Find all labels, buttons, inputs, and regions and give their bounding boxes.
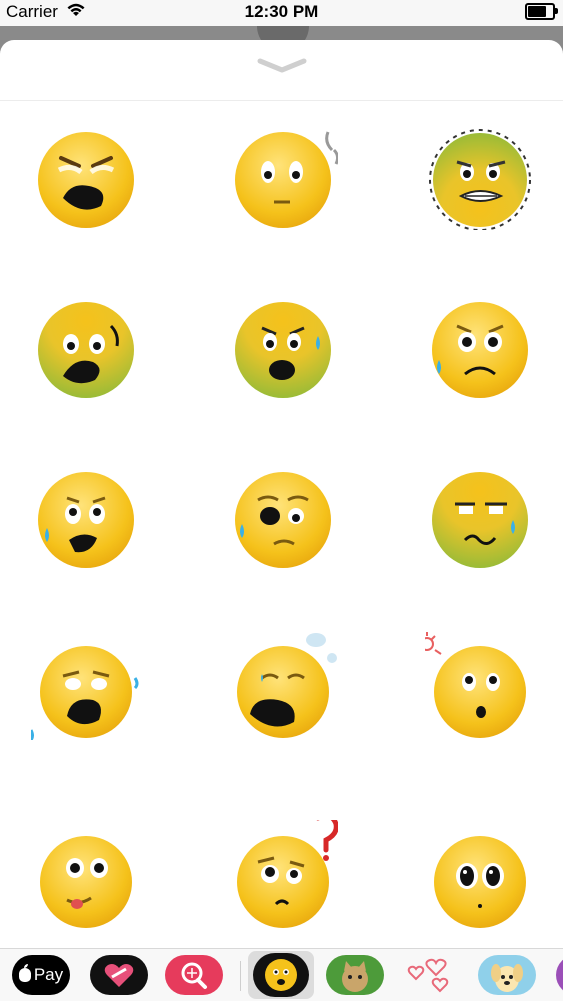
hearts-icon xyxy=(407,958,449,993)
sticker-uneasy-sweat[interactable] xyxy=(228,460,338,570)
sticker-shocked-blank[interactable] xyxy=(228,120,338,230)
sticker-surprised-dizzy[interactable] xyxy=(425,630,535,740)
purple-app[interactable] xyxy=(556,955,563,995)
sticker-sad-sweat[interactable] xyxy=(425,290,535,400)
heart-icon xyxy=(104,964,134,987)
emoji-app-frame xyxy=(253,953,309,997)
sticker-silly-tongue[interactable] xyxy=(31,820,141,930)
sticker-alarmed-green[interactable] xyxy=(228,290,338,400)
search-icon xyxy=(181,962,207,989)
sticker-crying-wail[interactable] xyxy=(31,630,141,740)
emoji-sticker-app[interactable] xyxy=(248,951,314,999)
sticker-scared-green[interactable] xyxy=(31,290,141,400)
search-app[interactable] xyxy=(165,955,223,995)
apple-icon xyxy=(18,964,31,982)
sticker-frustrated[interactable] xyxy=(31,120,141,230)
sticker-confused-question[interactable] xyxy=(228,820,338,930)
header-divider xyxy=(0,100,563,101)
sticker-sick-squint[interactable] xyxy=(425,460,535,570)
dog-icon xyxy=(491,964,523,992)
chevron-down-icon[interactable] xyxy=(256,54,308,78)
hearts-sticker-app[interactable] xyxy=(402,955,460,995)
battery-level xyxy=(528,6,546,17)
drawer-separator xyxy=(240,961,241,991)
cat-sticker-app[interactable] xyxy=(326,955,384,995)
apple-pay-app[interactable]: Pay xyxy=(12,955,70,995)
app-drawer: Pay xyxy=(0,948,563,1001)
sticker-grid xyxy=(0,120,563,950)
sticker-worried-open-mouth[interactable] xyxy=(31,460,141,570)
emoji-face-icon xyxy=(265,959,297,991)
heart-app[interactable] xyxy=(90,955,148,995)
status-bar: Carrier 12:30 PM xyxy=(0,0,563,26)
sticker-puppy-eyes[interactable] xyxy=(425,820,535,930)
sticker-sleepy-yawn[interactable] xyxy=(228,630,338,740)
apple-pay-label: Pay xyxy=(33,965,64,984)
dog-sticker-app[interactable] xyxy=(478,955,536,995)
sticker-sheet xyxy=(0,40,563,1000)
clock: 12:30 PM xyxy=(244,2,319,21)
battery-icon xyxy=(525,3,558,20)
sticker-nauseous[interactable] xyxy=(425,120,535,230)
cat-icon xyxy=(342,961,368,992)
